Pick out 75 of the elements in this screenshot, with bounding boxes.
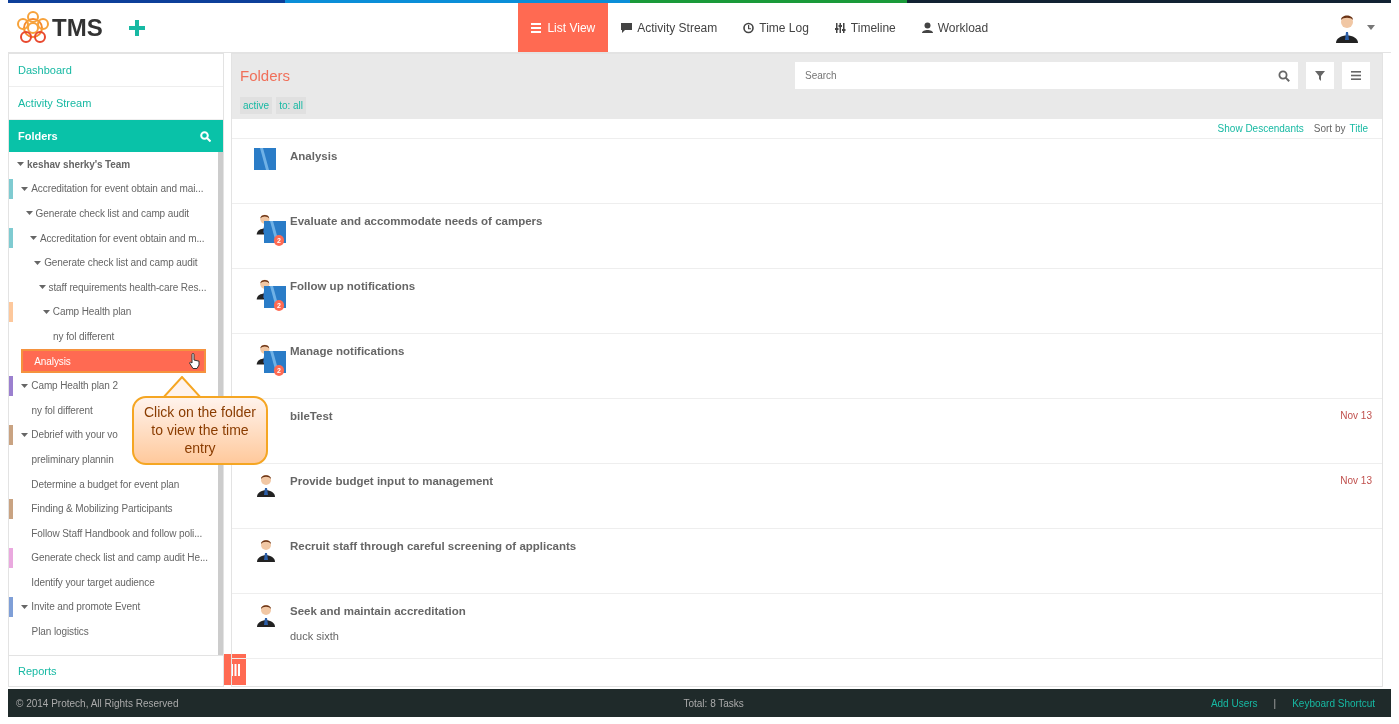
task-title: Evaluate and accommodate needs of campers <box>290 214 543 229</box>
tree-item[interactable]: Camp Health plan <box>52 304 132 320</box>
tree-item[interactable]: Debrief with your vo <box>31 427 118 443</box>
sort-label: Sort by <box>1313 123 1346 134</box>
task-total: Total: 8 Tasks <box>683 696 744 711</box>
task-title: Manage notifications <box>290 344 405 359</box>
callout-tooltip: Click on the folder to view the time entry <box>132 396 268 465</box>
task-row[interactable]: Analysis <box>232 139 1382 204</box>
copyright-text: © 2014 Protech, All Rights Reserved <box>16 696 179 711</box>
tree-item[interactable]: Generate check list and camp audit <box>44 255 198 271</box>
tree-item[interactable]: Identify your target audience <box>31 574 155 590</box>
nav-tab[interactable]: Timeline <box>821 3 909 52</box>
task-title: Recruit staff through careful screening of applicants <box>290 539 577 554</box>
task-row[interactable]: Seek and maintain accreditation duck sixth <box>232 594 1382 659</box>
task-date: Nov 13 <box>1340 474 1372 488</box>
list-icon <box>531 21 543 34</box>
panel-title: Folders <box>240 67 291 84</box>
filter-icon <box>1315 70 1325 81</box>
task-title: Follow up notifications <box>290 279 416 294</box>
tree-item[interactable]: Accreditation for event obtain and mai... <box>31 181 204 197</box>
grip-icon <box>230 663 240 676</box>
task-title: bileTest <box>290 409 333 424</box>
tree-item[interactable]: Camp Health plan 2 <box>31 378 118 394</box>
separator: | <box>1273 696 1277 711</box>
nav-tab[interactable]: Activity Stream <box>608 3 731 52</box>
footer-link[interactable]: Add Users <box>1210 695 1258 711</box>
tree-item[interactable]: ny fol different <box>31 402 93 418</box>
menu-icon <box>1351 71 1361 80</box>
tree-item[interactable]: keshav sherky's Team <box>27 156 131 172</box>
user-folder-icon <box>254 343 286 373</box>
user-folder-icon <box>254 278 286 308</box>
tree-item[interactable]: Accreditation for event obtain and m... <box>39 230 205 246</box>
user-avatar-icon <box>254 473 276 497</box>
tree-item[interactable]: Generate check list and camp audit <box>35 206 189 221</box>
tree-item-label: Analysis <box>34 354 71 369</box>
task-date: Nov 13 <box>1340 409 1372 423</box>
pointer-hand-icon <box>188 353 200 370</box>
tree-item[interactable]: Generate check list and camp audit He... <box>31 550 208 566</box>
filter-button[interactable] <box>1306 62 1334 89</box>
tree-item[interactable]: staff requirements health-care Res... <box>48 279 207 295</box>
logo-flower-icon <box>16 10 50 45</box>
tree-item[interactable]: Finding & Mobilizing Participants <box>31 501 173 517</box>
plus-icon <box>128 20 145 37</box>
tree-item[interactable]: preliminary plannin <box>31 451 114 467</box>
nav-tab[interactable]: Workload <box>908 3 1002 52</box>
user-avatar-icon <box>254 603 276 627</box>
nav-tab[interactable]: Time Log <box>730 3 822 52</box>
task-subtitle: duck sixth <box>290 629 340 645</box>
collapse-handle[interactable] <box>224 654 246 685</box>
search-icon <box>200 130 211 142</box>
menu-button[interactable] <box>1342 62 1370 89</box>
task-title: Provide budget input to management <box>290 474 494 489</box>
user-avatar-icon <box>254 538 276 562</box>
sliders-icon <box>834 21 846 34</box>
folder-icon <box>254 148 276 170</box>
search-field[interactable]: Search <box>795 62 1298 89</box>
user-icon <box>921 21 933 34</box>
task-title: Seek and maintain accreditation <box>290 604 466 619</box>
speech-bubble-icon <box>621 21 633 34</box>
footer-link[interactable]: Keyboard Shortcut <box>1292 695 1375 711</box>
tree-item[interactable]: ny fol different <box>53 328 115 344</box>
task-title: Analysis <box>290 149 338 164</box>
tree-item[interactable]: Plan logistics <box>31 624 89 640</box>
user-folder-icon <box>254 213 286 243</box>
clock-icon <box>743 21 755 34</box>
search-input[interactable]: Search <box>803 67 1278 84</box>
search-icon <box>1278 69 1290 82</box>
tree-item[interactable]: Determine a budget for event plan <box>31 476 180 492</box>
logo-text: TMS <box>52 13 103 42</box>
tree-item[interactable]: Invite and promote Event <box>31 599 141 615</box>
task-row[interactable]: Provide budget input to management Nov 13 <box>232 464 1382 529</box>
caret-down-icon <box>1367 25 1375 30</box>
folders-title: Folders <box>18 128 58 144</box>
tree-item[interactable]: Follow Staff Handbook and follow poli... <box>31 525 203 541</box>
task-row[interactable]: Recruit staff through careful screening of applicants <box>232 529 1382 594</box>
